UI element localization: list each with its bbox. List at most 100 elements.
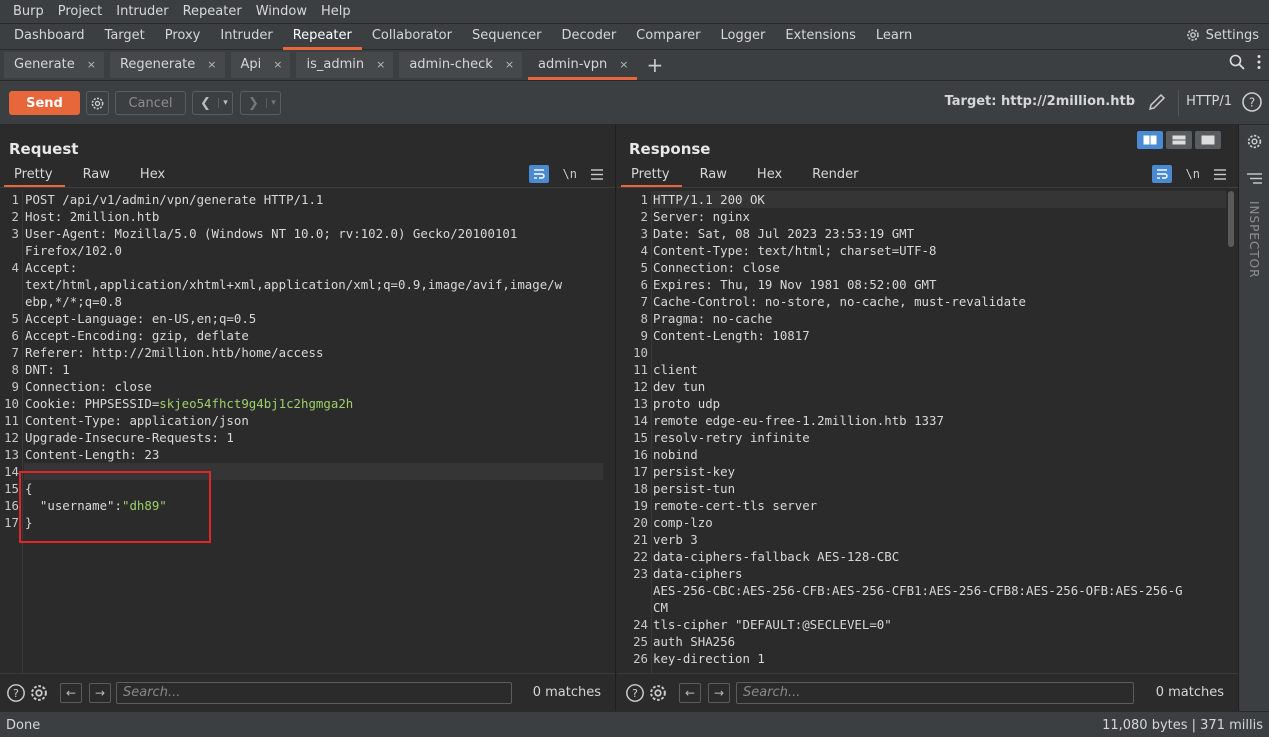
gear-icon[interactable] xyxy=(648,683,668,703)
pretty-wrap-icon[interactable] xyxy=(1151,165,1172,183)
gear-icon[interactable] xyxy=(1246,133,1263,150)
menu-window[interactable]: Window xyxy=(249,4,314,19)
tab-repeater[interactable]: Repeater xyxy=(282,24,362,50)
close-icon[interactable]: × xyxy=(376,52,385,78)
repeater-tab-is-admin[interactable]: is_admin × xyxy=(296,52,394,78)
help-icon[interactable]: ? xyxy=(6,683,26,703)
code-line: Content-Length: 23 xyxy=(25,446,159,463)
filter-lines-icon[interactable] xyxy=(1247,173,1262,184)
header-name: CM xyxy=(653,600,668,615)
send-options-button[interactable] xyxy=(86,91,109,115)
close-icon[interactable]: × xyxy=(273,52,282,78)
tab-proxy[interactable]: Proxy xyxy=(155,24,211,50)
response-search-input[interactable]: Search... xyxy=(736,682,1134,704)
http-version-toggle[interactable]: HTTP/1 xyxy=(1186,94,1232,109)
request-search-input[interactable]: Search... xyxy=(116,682,512,704)
code-line: data-ciphers xyxy=(653,565,743,582)
help-icon[interactable]: ? xyxy=(625,683,645,703)
send-button[interactable]: Send xyxy=(9,91,80,115)
code-line: Accept-Encoding: gzip, deflate xyxy=(25,327,249,344)
menu-repeater[interactable]: Repeater xyxy=(176,4,249,19)
response-editor[interactable]: 1 HTTP/1.1 200 OK 2 Server: nginx 3 Date: Sat… xyxy=(617,191,1238,673)
tab-dashboard[interactable]: Dashboard xyxy=(4,24,95,50)
header-name: Upgrade-Insecure-Requests: xyxy=(25,430,219,445)
more-options-icon[interactable] xyxy=(1257,54,1261,70)
repeater-tab-admin-vpn[interactable]: admin-vpn × xyxy=(528,52,638,80)
tab-target[interactable]: Target xyxy=(95,24,155,50)
request-editor[interactable]: 1 POST /api/v1/admin/vpn/generate HTTP/1.… xyxy=(0,191,615,673)
tab-comparer[interactable]: Comparer xyxy=(626,24,710,50)
header-name: Cookie: xyxy=(25,396,78,411)
tab-sequencer[interactable]: Sequencer xyxy=(462,24,551,50)
edit-target-icon[interactable] xyxy=(1147,92,1167,112)
newline-toggle-icon[interactable]: \n xyxy=(563,167,577,181)
cancel-button[interactable]: Cancel xyxy=(115,91,186,115)
next-match-button[interactable]: → xyxy=(708,683,730,703)
tab-intruder[interactable]: Intruder xyxy=(210,24,282,50)
single-pane-icon xyxy=(1201,135,1215,145)
tab-logger[interactable]: Logger xyxy=(711,24,776,50)
chevron-right-icon: ❯ xyxy=(248,95,259,111)
hamburger-menu-icon[interactable] xyxy=(591,168,603,180)
close-icon[interactable]: × xyxy=(207,52,216,78)
main-tabs: Dashboard Target Proxy Intruder Repeater Coll… xyxy=(0,24,1269,50)
inspector-sidebar[interactable]: INSPECTOR xyxy=(1238,125,1269,711)
previous-match-button[interactable]: ← xyxy=(60,683,82,703)
repeater-tab-generate[interactable]: Generate × xyxy=(4,52,104,78)
view-tab-pretty[interactable]: Pretty xyxy=(621,163,682,187)
menu-burp[interactable]: Burp xyxy=(6,4,51,19)
chevron-down-icon[interactable]: ▾ xyxy=(218,98,232,108)
newline-toggle-icon[interactable]: \n xyxy=(1186,167,1200,181)
settings-button[interactable]: Settings xyxy=(1185,27,1259,43)
repeater-tab-admin-check[interactable]: admin-check × xyxy=(399,52,523,78)
gear-icon[interactable] xyxy=(29,683,49,703)
code-line: key-direction 1 xyxy=(653,650,765,667)
next-match-button[interactable]: → xyxy=(89,683,111,703)
menu-intruder[interactable]: Intruder xyxy=(109,4,175,19)
line-number: 8 xyxy=(11,362,19,377)
view-tab-raw[interactable]: Raw xyxy=(73,163,122,187)
hamburger-menu-icon[interactable] xyxy=(1214,168,1226,180)
view-tab-render[interactable]: Render xyxy=(802,163,870,187)
repeater-tab-label: is_admin xyxy=(306,57,365,72)
previous-match-button[interactable]: ← xyxy=(679,683,701,703)
menu-project[interactable]: Project xyxy=(51,4,109,19)
header-name: proto udp xyxy=(653,396,721,411)
close-icon[interactable]: × xyxy=(87,52,96,78)
menu-help[interactable]: Help xyxy=(314,4,358,19)
close-icon[interactable]: × xyxy=(619,52,628,78)
add-tab-icon[interactable]: + xyxy=(647,52,664,78)
tab-collaborator[interactable]: Collaborator xyxy=(362,24,462,50)
help-icon[interactable]: ? xyxy=(1241,91,1263,113)
close-icon[interactable]: × xyxy=(505,52,514,78)
response-scrollbar[interactable] xyxy=(1228,191,1234,247)
history-forward-button[interactable]: ❯ ▾ xyxy=(240,91,281,115)
tab-extensions[interactable]: Extensions xyxy=(775,24,866,50)
line-number: 21 xyxy=(633,532,648,547)
tab-learn[interactable]: Learn xyxy=(866,24,922,50)
response-panel: Response Pretty Raw Hex Render \n 1 HTTP/1.1… xyxy=(617,125,1238,711)
chevron-down-icon[interactable]: ▾ xyxy=(266,98,280,108)
header-value: text/html,application/xhtml+xml,applicat… xyxy=(25,277,563,292)
header-name: Server: xyxy=(653,209,706,224)
history-back-button[interactable]: ❮ ▾ xyxy=(192,91,233,115)
stacked-layout-button[interactable] xyxy=(1166,131,1192,149)
tab-decoder[interactable]: Decoder xyxy=(551,24,626,50)
view-tab-pretty[interactable]: Pretty xyxy=(4,163,65,187)
code-line: Accept-Language: en-US,en;q=0.5 xyxy=(25,310,256,327)
repeater-tab-api[interactable]: Api × xyxy=(230,52,291,78)
side-by-side-layout-button[interactable] xyxy=(1137,131,1163,149)
pretty-wrap-icon[interactable] xyxy=(528,165,549,183)
code-line: remote edge-eu-free-1.2million.htb 1337 xyxy=(653,412,944,429)
line-number: 17 xyxy=(633,464,648,479)
header-value: ebp,*/*;q=0.8 xyxy=(25,294,122,309)
header-value: Sat, 08 Jul 2023 23:53:19 GMT xyxy=(690,226,915,241)
code-line: Server: nginx xyxy=(653,208,750,225)
line-number: 3 xyxy=(640,226,648,241)
view-tab-raw[interactable]: Raw xyxy=(690,163,739,187)
view-tab-hex[interactable]: Hex xyxy=(130,163,177,187)
search-icon[interactable] xyxy=(1229,54,1245,70)
view-tab-hex[interactable]: Hex xyxy=(747,163,794,187)
repeater-tab-regenerate[interactable]: Regenerate × xyxy=(109,52,225,78)
tabbed-layout-button[interactable] xyxy=(1195,131,1221,149)
